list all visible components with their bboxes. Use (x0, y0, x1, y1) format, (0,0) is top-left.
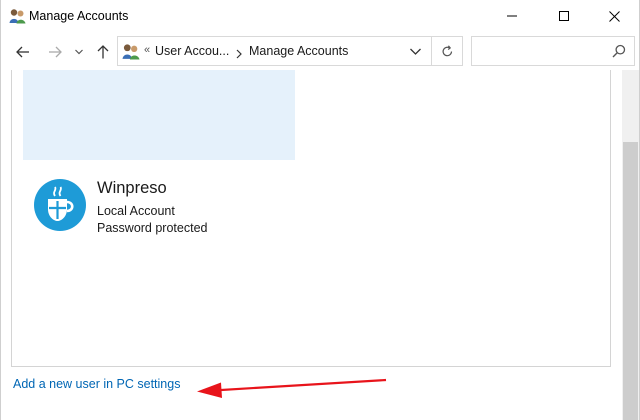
vertical-scrollbar[interactable] (622, 70, 639, 420)
breadcrumb-overflow[interactable]: « (144, 44, 150, 56)
refresh-button[interactable] (431, 37, 463, 65)
refresh-icon (442, 44, 453, 56)
up-button[interactable] (93, 41, 113, 63)
window-title: Manage Accounts (29, 9, 129, 23)
add-user-link[interactable]: Add a new user in PC settings (13, 377, 180, 391)
account-avatar-icon (34, 179, 86, 231)
address-bar[interactable]: « User Accou... Manage Accounts (117, 36, 463, 66)
account-name: Winpreso (97, 179, 167, 197)
users-icon (122, 43, 140, 60)
close-button[interactable] (591, 0, 637, 32)
manage-accounts-window: Manage Accounts « User Accou... Manage A… (0, 0, 640, 420)
recent-locations-button[interactable] (71, 41, 87, 63)
arrow-left-icon (16, 46, 29, 58)
forward-button[interactable] (45, 41, 65, 63)
back-button[interactable] (13, 41, 33, 63)
accounts-pane: Winpreso Local Account Password protecte… (11, 70, 611, 367)
selected-account-tile[interactable] (23, 70, 295, 160)
breadcrumb-user-accounts[interactable]: User Accou... (155, 44, 229, 58)
chevron-down-icon (409, 48, 421, 55)
chevron-down-icon (75, 49, 83, 55)
account-status: Password protected (97, 221, 208, 235)
title-bar: Manage Accounts (1, 0, 639, 32)
breadcrumb-manage-accounts[interactable]: Manage Accounts (249, 44, 348, 58)
search-box[interactable] (471, 36, 635, 66)
arrow-right-icon (49, 46, 62, 58)
account-tile[interactable]: Winpreso Local Account Password protecte… (32, 177, 332, 237)
minimize-icon (507, 15, 517, 17)
account-type: Local Account (97, 204, 175, 218)
close-icon (608, 10, 620, 22)
annotation-arrow-icon (197, 378, 387, 398)
scrollbar-thumb[interactable] (623, 142, 638, 420)
search-icon (612, 44, 626, 63)
chevron-right-icon[interactable] (236, 46, 242, 64)
maximize-button[interactable] (541, 0, 587, 32)
maximize-icon (559, 11, 569, 21)
arrow-up-icon (97, 45, 109, 59)
users-icon (9, 8, 26, 24)
minimize-button[interactable] (489, 0, 535, 32)
address-dropdown-button[interactable] (401, 37, 429, 65)
